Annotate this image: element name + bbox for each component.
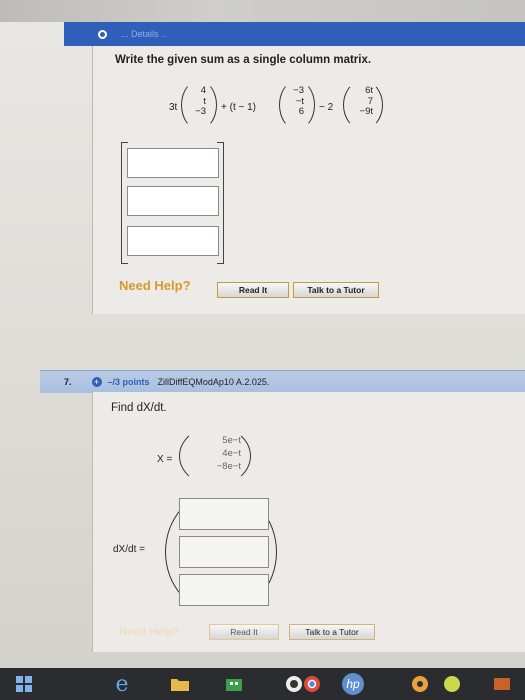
vector-2: −3 −t 6 [286,85,304,118]
vector-2-entry: −3 [293,85,304,96]
question-7-prompt: Find dX/dt. [111,402,167,414]
window-top-strip [0,0,525,22]
question-points: –/3 points [107,377,150,387]
talk-to-tutor-button-7[interactable]: Talk to a Tutor [289,624,375,640]
read-it-button[interactable]: Read It [217,282,289,298]
question-code: ZillDiffEQModAp10 A.2.025. [157,377,270,387]
store-icon[interactable] [222,673,246,695]
vector-x: 5e−t 4e−t −8e−t [189,434,241,473]
question-6-header: ... Details .. [64,22,525,46]
dxdt-input-row-2[interactable] [179,536,269,568]
vector-1: 4 t −3 [190,85,206,118]
question-6-panel: Write the given sum as a single column m… [92,46,525,314]
vector-1-entry: −3 [195,106,206,117]
vector-x-entry: 5e−t [222,435,241,446]
browser-screen: ... Details .. Write the given sum as a … [0,0,525,668]
app-icon[interactable] [440,673,464,695]
internet-explorer-icon[interactable]: e [110,672,134,697]
answer-input-row-1[interactable] [127,148,219,178]
dxdt-input-row-1[interactable] [179,498,269,530]
question-7-header: 7. + –/3 points ZillDiffEQModAp10 A.2.02… [40,370,525,393]
expand-plus-icon[interactable]: + [91,377,102,387]
question-7-panel: Find dX/dt. X = 5e−t 4e−t −8e−t dX/dt = … [92,392,525,652]
question-6-prompt: Write the given sum as a single column m… [115,54,372,66]
vector-3-entry: 6t [365,85,373,96]
operator-plus-t-minus-1: + (t − 1) [221,102,257,113]
vector-1-entry: 4 [200,85,206,96]
answer-input-row-3[interactable] [127,226,219,256]
folder-icon[interactable] [168,673,192,695]
vector-x-entry: −8e−t [216,461,241,472]
windows-start-icon[interactable] [12,673,36,695]
dxdt-input-row-3[interactable] [179,574,269,606]
vector-3-entry: −9t [359,106,373,117]
read-it-button-7[interactable]: Read It [209,624,279,640]
coefficient-3t: 3t [169,102,178,113]
vector-x-entry: 4e−t [222,448,241,459]
dx-dt-label: dX/dt = [113,544,145,555]
vector-2-entry: 6 [298,106,304,117]
talk-to-tutor-button[interactable]: Talk to a Tutor [293,282,379,298]
question-status-icon [98,29,107,39]
need-help-label: Need Help? [119,278,191,293]
media-circle-icon[interactable] [408,673,432,695]
chrome-icon[interactable] [300,673,324,695]
tray-app-icon[interactable] [490,673,514,695]
x-equals-label: X = [157,454,173,465]
operator-minus-2: − 2 [319,102,334,113]
vector-3: 6t 7 −9t [349,85,373,118]
need-help-label-7: Need Help? [119,626,180,638]
question-6-header-text: ... Details .. [121,29,167,39]
answer-input-row-2[interactable] [127,186,219,216]
hp-logo[interactable]: hp [338,673,368,695]
question-number: 7. [64,377,72,387]
